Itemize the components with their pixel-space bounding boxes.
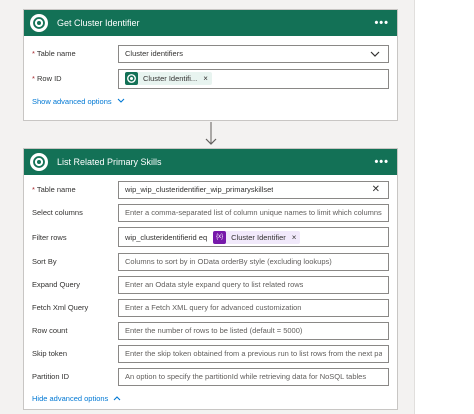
hide-advanced-options-link[interactable]: Hide advanced options xyxy=(32,392,389,404)
action-card-list-related-primary-skills: List Related Primary Skills ••• * Table … xyxy=(23,148,398,410)
chevron-up-icon xyxy=(113,396,121,401)
chevron-down-icon[interactable] xyxy=(370,49,380,59)
dataverse-icon xyxy=(30,14,48,32)
expand-query-label: Expand Query xyxy=(32,280,80,289)
close-icon[interactable]: × xyxy=(292,233,297,242)
fetch-xml-input[interactable]: Enter a Fetch XML query for advanced cus… xyxy=(118,298,389,317)
table-name-label: * Table name xyxy=(32,49,76,58)
right-panel xyxy=(414,0,474,414)
row-id-token[interactable]: Cluster Identifi... × xyxy=(125,72,212,85)
close-icon[interactable]: × xyxy=(203,74,208,83)
row-id-field[interactable]: Cluster Identifi... × xyxy=(118,68,389,89)
sort-by-label: Sort By xyxy=(32,257,57,266)
partition-id-input[interactable]: An option to specify the partitionId whi… xyxy=(118,367,389,386)
skip-token-input[interactable]: Enter the skip token obtained from a pre… xyxy=(118,344,389,363)
table-name-field[interactable]: wip_wip_clusteridentifier_wip_primaryski… xyxy=(118,180,389,199)
cluster-identifier-token[interactable]: {x} Cluster Identifier × xyxy=(213,230,301,244)
dataverse-icon xyxy=(30,153,48,171)
row-count-label: Row count xyxy=(32,326,68,335)
select-columns-input[interactable]: Enter a comma-separated list of column u… xyxy=(118,203,389,222)
close-icon[interactable]: ✕ xyxy=(372,184,380,195)
arrow-down-icon xyxy=(205,122,217,145)
skip-token-label: Skip token xyxy=(32,349,68,358)
card-title: Get Cluster Identifier xyxy=(57,18,140,28)
row-count-input[interactable]: Enter the number of rows to be listed (d… xyxy=(118,321,389,340)
action-card-get-cluster-identifier: Get Cluster Identifier ••• * Table name … xyxy=(23,9,398,121)
card-header[interactable]: List Related Primary Skills ••• xyxy=(24,149,397,175)
chevron-down-icon xyxy=(117,98,125,103)
table-name-label: * Table name xyxy=(32,185,76,194)
table-name-dropdown[interactable]: Cluster identifiers xyxy=(118,44,389,63)
fetch-xml-label: Fetch Xml Query xyxy=(32,303,89,312)
sort-by-input[interactable]: Columns to sort by in OData orderBy styl… xyxy=(118,252,389,271)
card-title: List Related Primary Skills xyxy=(57,157,162,167)
variable-icon: {x} xyxy=(213,230,227,244)
filter-rows-label: Filter rows xyxy=(32,232,67,242)
select-columns-label: Select columns xyxy=(32,208,83,217)
card-header[interactable]: Get Cluster Identifier ••• xyxy=(24,10,397,36)
expand-query-input[interactable]: Enter an Odata style expand query to lis… xyxy=(118,275,389,294)
more-icon[interactable]: ••• xyxy=(374,156,389,168)
row-id-label: * Row ID xyxy=(32,74,62,83)
show-advanced-options-link[interactable]: Show advanced options xyxy=(32,95,389,107)
dataverse-icon xyxy=(125,72,138,85)
more-icon[interactable]: ••• xyxy=(374,17,389,29)
filter-rows-input[interactable]: wip_clusteridentifierid eq {x} Cluster I… xyxy=(118,227,389,247)
partition-id-label: Partition ID xyxy=(32,372,70,381)
